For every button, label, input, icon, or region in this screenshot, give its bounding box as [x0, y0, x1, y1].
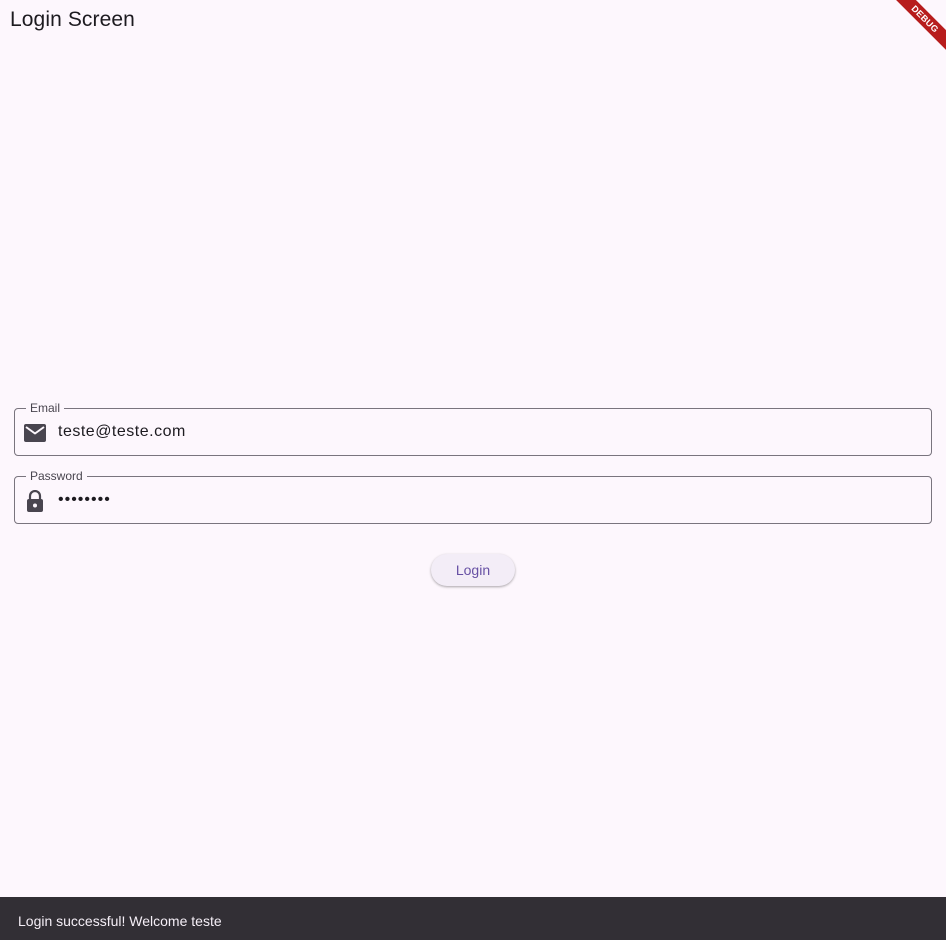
debug-banner: DEBUG	[886, 0, 946, 60]
snackbar: Login successful! Welcome teste	[0, 897, 946, 940]
debug-banner-label: DEBUG	[889, 0, 946, 55]
password-input[interactable]: ••••••••	[58, 491, 111, 509]
page-title: Login Screen	[10, 8, 135, 31]
password-field-label: Password	[26, 469, 87, 483]
mail-icon	[23, 421, 47, 445]
login-button[interactable]: Login	[431, 554, 515, 586]
email-input[interactable]: teste@teste.com	[58, 423, 186, 441]
password-field[interactable]: Password ••••••••	[14, 469, 932, 524]
email-field-label: Email	[26, 401, 65, 415]
email-field[interactable]: Email teste@teste.com	[14, 401, 932, 456]
snackbar-message: Login successful! Welcome teste	[18, 913, 222, 929]
login-screen: Login Screen DEBUG Email teste@teste.com…	[0, 0, 946, 940]
lock-icon	[23, 489, 47, 513]
